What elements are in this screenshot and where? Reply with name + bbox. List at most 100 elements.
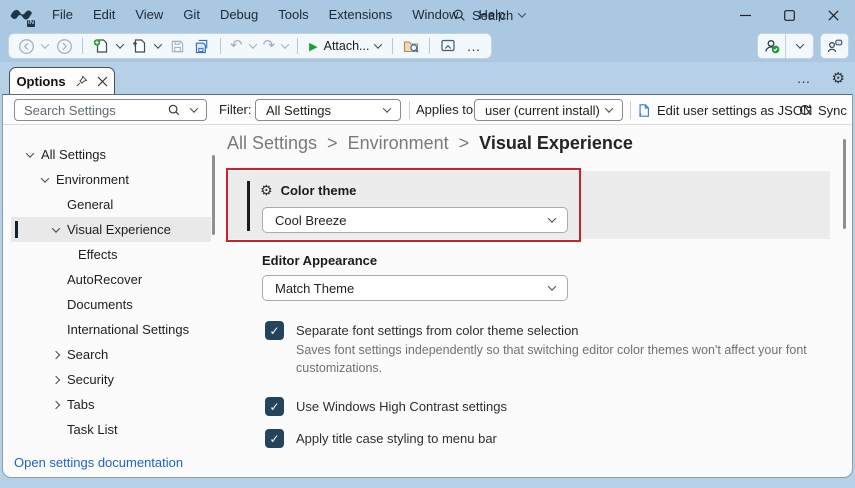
- menu-view[interactable]: View: [125, 0, 173, 30]
- separate-font-settings-checkbox[interactable]: ✓: [265, 321, 284, 340]
- filter-value: All Settings: [266, 103, 331, 118]
- open-file-icon[interactable]: [130, 36, 148, 56]
- chevron-down-icon: [383, 104, 391, 112]
- sidebar-item-environment[interactable]: Environment: [11, 167, 211, 192]
- high-contrast-checkbox[interactable]: ✓: [265, 397, 284, 416]
- pin-icon[interactable]: [75, 75, 88, 88]
- tree-label: All Settings: [41, 147, 106, 162]
- selection-indicator: [15, 221, 18, 238]
- chevron-down-icon[interactable]: [116, 40, 124, 48]
- tree-scrollbar[interactable]: [212, 155, 215, 235]
- search-settings-box[interactable]: [14, 99, 207, 121]
- toolbar-separator: [82, 38, 83, 54]
- sidebar-item-tabs[interactable]: Tabs: [11, 392, 211, 417]
- menu-debug[interactable]: Debug: [210, 0, 268, 30]
- sidebar-item-general[interactable]: General: [11, 192, 211, 217]
- breadcrumb-all-settings[interactable]: All Settings: [227, 133, 317, 154]
- breadcrumb-separator: >: [459, 133, 470, 154]
- search-icon: [167, 103, 181, 117]
- chevron-right-icon: [52, 375, 60, 383]
- attach-button[interactable]: ▶ Attach...: [307, 39, 383, 53]
- search-settings-input[interactable]: [15, 103, 167, 118]
- tree-label: Environment: [56, 172, 129, 187]
- tree-label: Documents: [67, 297, 133, 312]
- chevron-down-icon[interactable]: [248, 40, 256, 48]
- color-theme-value: Cool Breeze: [275, 213, 347, 228]
- filter-label: Filter:: [219, 95, 252, 125]
- toolbar: ↶ ↷ ▶ Attach... …: [0, 30, 855, 62]
- minimize-button[interactable]: [723, 0, 767, 30]
- close-tab-icon[interactable]: [97, 76, 108, 87]
- chevron-down-icon: [52, 224, 60, 232]
- chevron-down-icon[interactable]: [154, 40, 162, 48]
- menu-edit[interactable]: Edit: [83, 0, 125, 30]
- sidebar-item-effects[interactable]: Effects: [11, 242, 211, 267]
- edit-json-button[interactable]: Edit user settings as JSON: [637, 95, 812, 125]
- applies-to-dropdown[interactable]: user (current install): [474, 99, 623, 121]
- applies-to-label: Applies to:: [416, 95, 477, 125]
- live-share-icon[interactable]: [439, 36, 457, 56]
- breadcrumb-environment[interactable]: Environment: [348, 133, 449, 154]
- menu-extensions[interactable]: Extensions: [319, 0, 403, 30]
- menu-git[interactable]: Git: [173, 0, 210, 30]
- toolbar-right: [757, 33, 849, 59]
- sidebar-item-search[interactable]: Search: [11, 342, 211, 367]
- sync-icon: [798, 103, 812, 117]
- chevron-down-icon[interactable]: [190, 104, 198, 112]
- undo-icon[interactable]: ↶: [230, 36, 243, 56]
- save-all-icon[interactable]: [193, 36, 211, 56]
- menu-bar: File Edit View Git Debug Tools Extension…: [42, 0, 515, 30]
- sidebar-item-task-list[interactable]: Task List: [11, 417, 211, 442]
- title-bar: IN File Edit View Git Debug Tools Extens…: [0, 0, 855, 30]
- editor-appearance-dropdown[interactable]: Match Theme: [262, 275, 568, 301]
- filter-dropdown[interactable]: All Settings: [255, 99, 401, 121]
- open-settings-documentation-link[interactable]: Open settings documentation: [14, 455, 183, 470]
- high-contrast-label: Use Windows High Contrast settings: [296, 397, 507, 416]
- navigate-forward-icon[interactable]: [55, 36, 73, 56]
- sidebar-item-international-settings[interactable]: International Settings: [11, 317, 211, 342]
- toolbar-overflow-icon[interactable]: …: [464, 38, 483, 54]
- tab-label: Options: [16, 74, 65, 89]
- chevron-down-icon: [374, 40, 382, 48]
- tab-options[interactable]: Options: [9, 67, 115, 94]
- redo-icon[interactable]: ↷: [263, 36, 276, 56]
- main-scrollbar[interactable]: [843, 139, 846, 229]
- color-theme-dropdown[interactable]: Cool Breeze: [262, 207, 568, 233]
- tree-label: Visual Experience: [67, 222, 171, 237]
- send-feedback-icon[interactable]: [821, 34, 848, 58]
- close-window-button[interactable]: [811, 0, 855, 30]
- menu-tools[interactable]: Tools: [268, 0, 318, 30]
- tree-label: Task List: [67, 422, 118, 437]
- save-icon[interactable]: [168, 36, 186, 56]
- gear-icon: ⚙: [260, 182, 273, 199]
- menu-file[interactable]: File: [42, 0, 83, 30]
- chevron-down-icon: [548, 214, 556, 222]
- breadcrumb-separator: >: [327, 133, 338, 154]
- sidebar-item-documents[interactable]: Documents: [11, 292, 211, 317]
- chevron-down-icon: [795, 40, 803, 48]
- title-case-checkbox[interactable]: ✓: [265, 429, 284, 448]
- navigate-back-icon[interactable]: [17, 36, 35, 56]
- attach-label: Attach...: [324, 39, 370, 53]
- editor-appearance-value: Match Theme: [275, 281, 354, 296]
- new-file-icon[interactable]: [92, 36, 110, 56]
- tab-bar: Options … ⚙: [0, 62, 855, 94]
- sync-button[interactable]: Sync: [798, 95, 847, 125]
- titlebar-search[interactable]: Search: [452, 0, 525, 30]
- edit-json-label: Edit user settings as JSON: [657, 103, 812, 118]
- color-theme-label: Color theme: [281, 183, 357, 198]
- search-in-files-icon[interactable]: [402, 36, 420, 56]
- tab-overflow-icon[interactable]: …: [795, 70, 814, 86]
- app-logo: IN: [10, 3, 34, 27]
- chevron-down-icon[interactable]: [41, 40, 49, 48]
- maximize-button[interactable]: [767, 0, 811, 30]
- chevron-down-icon[interactable]: [281, 40, 289, 48]
- sidebar-item-autorecover[interactable]: AutoRecover: [11, 267, 211, 292]
- sidebar-item-all-settings[interactable]: All Settings: [11, 142, 211, 167]
- account-icon[interactable]: [758, 34, 785, 58]
- sidebar-item-security[interactable]: Security: [11, 367, 211, 392]
- gear-icon[interactable]: ⚙: [832, 69, 845, 87]
- account-dropdown-button[interactable]: [786, 34, 813, 58]
- titlebar-search-label: Search: [472, 8, 513, 23]
- sidebar-item-visual-experience[interactable]: Visual Experience: [11, 217, 211, 242]
